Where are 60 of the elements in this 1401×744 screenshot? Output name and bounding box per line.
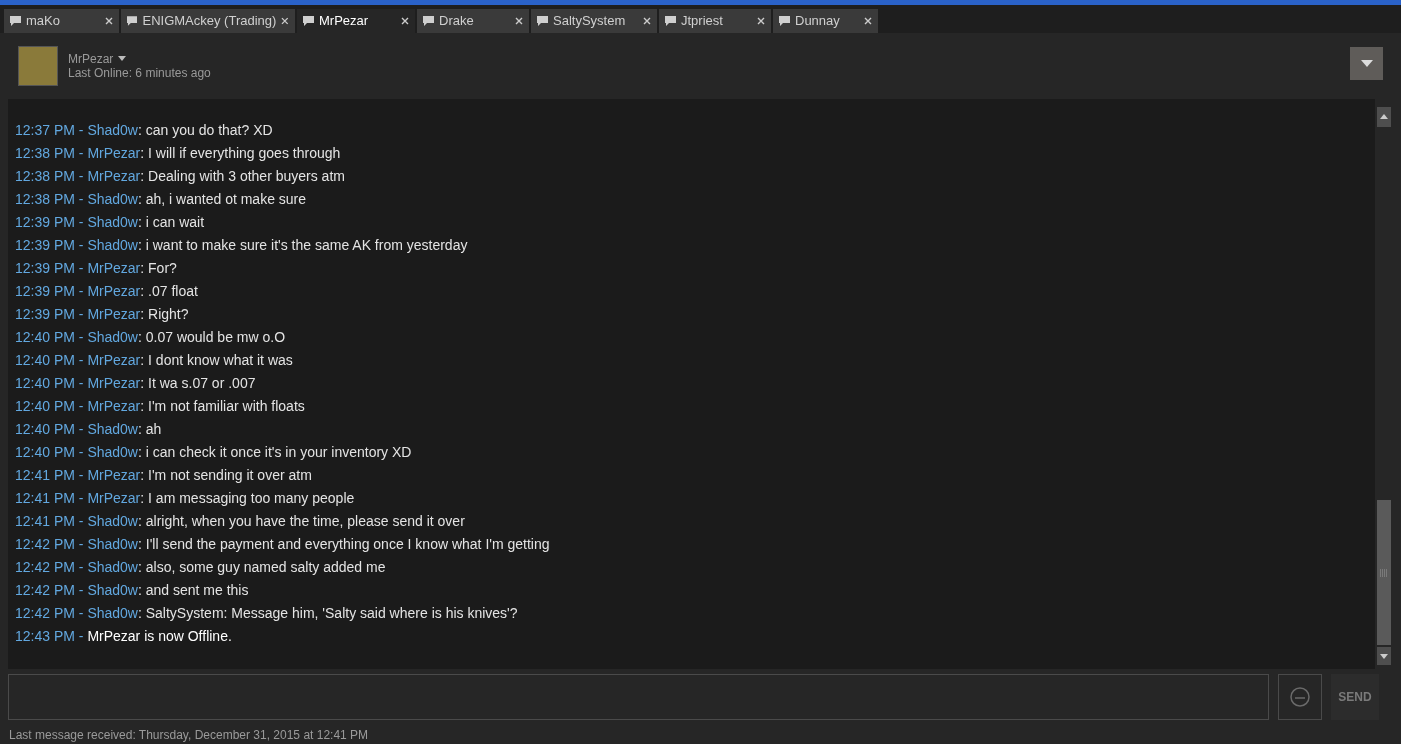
close-icon[interactable] (401, 17, 409, 25)
chat-message: 12:38 PM - MrPezar: Dealing with 3 other buyers atm (15, 166, 346, 186)
chat-tab[interactable]: Dunnay (773, 9, 878, 33)
chat-message: 12:38 PM - MrPezar: I will if everything goes through (15, 143, 342, 163)
chat-tab[interactable]: Drake (417, 9, 529, 33)
chat-message: 12:39 PM - MrPezar: For? (15, 258, 178, 278)
grip-icon (1380, 568, 1388, 577)
chat-bubble-icon (537, 16, 548, 26)
scrollbar-thumb[interactable] (1377, 500, 1391, 646)
chat-tab[interactable]: ENIGMAckey (Trading) (121, 9, 295, 33)
close-icon[interactable] (864, 17, 872, 25)
chat-message: 12:38 PM - Shad0w: ah, i wanted ot make sure (15, 189, 308, 209)
chat-message: 12:40 PM - Shad0w: ah (15, 419, 163, 439)
chat-bubble-icon (303, 16, 314, 26)
chat-message: 12:40 PM - MrPezar: I'm not familiar with floats (15, 396, 306, 416)
chat-message: 12:40 PM - Shad0w: 0.07 would be mw o.O (15, 327, 287, 347)
chat-message: 12:40 PM - MrPezar: It wa s.07 or .007 (15, 373, 257, 393)
close-icon[interactable] (105, 17, 113, 25)
chat-tab[interactable]: maKo (4, 9, 119, 33)
chat-message: 12:42 PM - Shad0w: and sent me this (15, 580, 250, 600)
chat-tab[interactable]: SaltySystem (531, 9, 657, 33)
close-icon[interactable] (281, 17, 289, 25)
chat-message: 12:39 PM - Shad0w: i can wait (15, 212, 206, 232)
last-online-text: Last Online: 6 minutes ago (68, 65, 211, 80)
scroll-up-button[interactable] (1377, 106, 1391, 127)
chat-message: 12:39 PM - MrPezar: Right? (15, 304, 190, 324)
chat-message: 12:39 PM - Shad0w: i want to make sure it's the same AK from yesterday (15, 235, 469, 255)
chat-message: 12:42 PM - Shad0w: I'll send the payment and everything once I know what I'm getting (15, 534, 551, 554)
smiley-icon (1290, 686, 1310, 707)
close-icon[interactable] (643, 17, 651, 25)
close-icon[interactable] (515, 17, 523, 25)
chat-bubble-icon (127, 16, 138, 26)
scroll-down-button[interactable] (1377, 647, 1391, 666)
close-icon[interactable] (757, 17, 765, 25)
chat-message: 12:42 PM - Shad0w: also, some guy named salty added me (15, 557, 387, 577)
chat-message: 12:40 PM - MrPezar: I dont know what it was (15, 350, 294, 370)
caret-icon (1380, 114, 1388, 120)
caret-icon (1360, 60, 1373, 67)
caret-icon[interactable] (118, 56, 127, 62)
chat-message: 12:41 PM - Shad0w: alright, when you have the time, please send it over (15, 511, 466, 531)
chat-message: 12:43 PM - MrPezar is now Offline. (15, 626, 233, 646)
chat-message: 12:40 PM - Shad0w: i can check it once it's in your inventory XD (15, 442, 413, 462)
message-input[interactable] (8, 673, 1269, 720)
chat-message: 12:39 PM - MrPezar: .07 float (15, 281, 199, 301)
avatar-placeholder (18, 45, 58, 86)
dropdown-button[interactable] (1350, 47, 1383, 80)
chat-message: 12:41 PM - MrPezar: I am messaging too many people (15, 488, 356, 508)
chat-bubble-icon (10, 16, 21, 26)
emoticon-button[interactable] (1278, 673, 1322, 720)
chat-tab[interactable]: Jtpriest (659, 9, 771, 33)
chat-message: 12:37 PM - Shad0w: can you do that? XD (15, 120, 274, 140)
chat-message: 12:42 PM - Shad0w: SaltySystem: Message him, 'Salty said where is his knives'? (15, 603, 519, 623)
chat-bubble-icon (779, 16, 790, 26)
chat-bubble-icon (423, 16, 434, 26)
last-message-text: Last message received: Thursday, December 31, 2015 at 12:41 PM (8, 727, 370, 744)
chat-tab[interactable]: MrPezar (297, 9, 415, 33)
chat-message: 12:41 PM - MrPezar: I'm not sending it over atm (15, 465, 313, 485)
chat-bubble-icon (665, 16, 676, 26)
caret-icon (1380, 653, 1388, 659)
friend-name[interactable]: MrPezar (68, 51, 114, 66)
